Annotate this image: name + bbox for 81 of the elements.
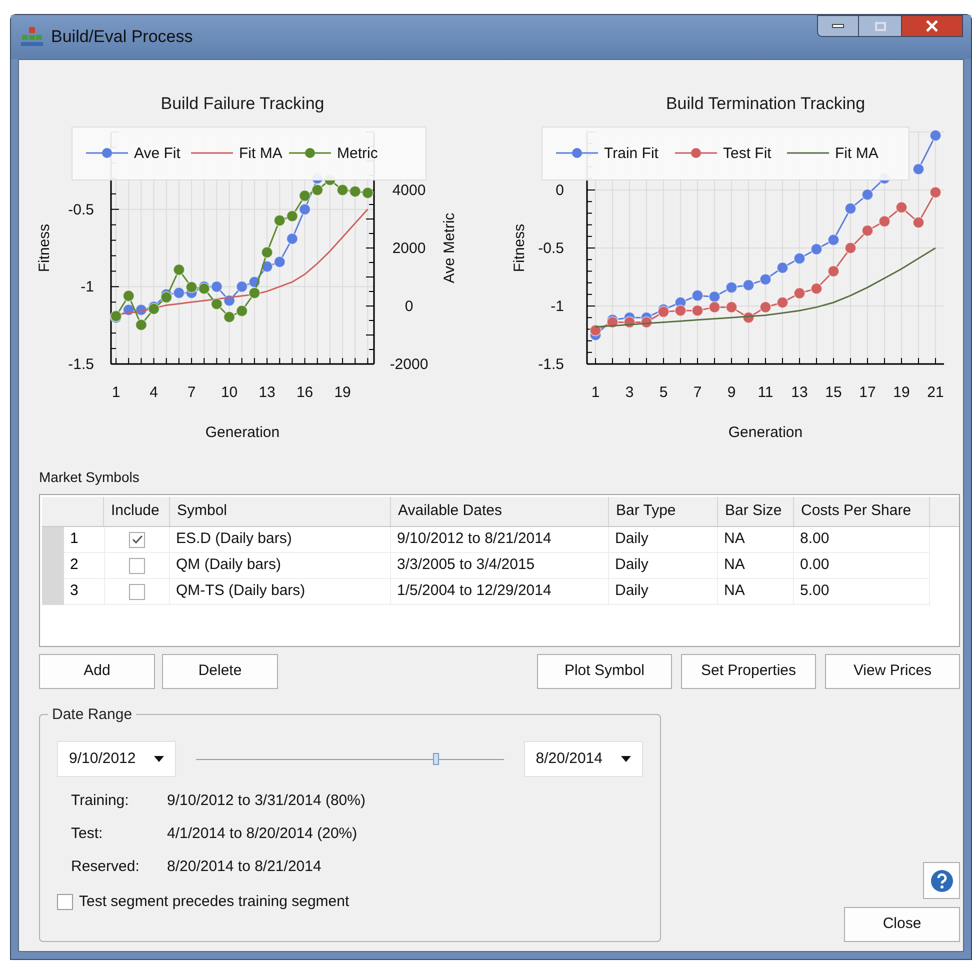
legend-item: Fit MA (191, 145, 282, 162)
legend-item: Test Fit (675, 145, 772, 162)
column-header: Bar Type (609, 497, 718, 526)
y-tick-label: -1 (80, 278, 94, 296)
y-tick-label: 2000 (392, 240, 426, 257)
y-tick-label: 4000 (392, 182, 426, 199)
x-tick-label: 17 (859, 384, 876, 401)
legend-label: Metric (337, 145, 378, 162)
info-label: Training: (71, 791, 130, 812)
column-header: Include (104, 497, 170, 526)
info-value: 9/10/2012 to 3/31/2014 (80%) (167, 791, 366, 812)
legend-item: Ave Fit (86, 145, 180, 162)
chart-title: Build Failure Tracking (160, 94, 324, 113)
table-cell: 1/5/2004 to 12/29/2014 (391, 579, 609, 605)
table-cell: NA (718, 527, 794, 553)
x-tick-label: 7 (187, 384, 196, 401)
table-cell: 5.00 (794, 579, 930, 605)
x-tick-label: 3 (625, 384, 634, 401)
x-tick-label: 16 (296, 384, 314, 401)
column-header: Available Dates (391, 497, 609, 526)
table-cell: QM (Daily bars) (170, 553, 391, 579)
info-value: 8/20/2014 to 8/21/2014 (167, 857, 322, 878)
y-tick-label: 0 (404, 298, 414, 315)
legend-label: Fit MA (239, 145, 282, 162)
y-tick-label: -2000 (390, 356, 428, 373)
y-tick-label: -0.5 (68, 201, 94, 218)
x-tick-label: 19 (893, 384, 910, 401)
legend-label: Ave Fit (134, 145, 182, 162)
table-cell: Daily (609, 527, 718, 553)
table-cell: 3/3/2005 to 3/4/2015 (391, 553, 609, 579)
checkbox-label: Test segment precedes training segment (79, 892, 350, 912)
column-header: Costs Per Share (794, 497, 930, 526)
x-axis-label: Generation (205, 424, 280, 441)
row-number: 2 (64, 553, 104, 579)
table-cell: NA (718, 553, 794, 579)
y-tick-label: 0 (556, 182, 564, 199)
column-header: Bar Size (718, 497, 794, 526)
x-tick-label: 13 (258, 384, 276, 401)
info-label: Reserved: (71, 857, 140, 878)
legend-item: Fit MA (787, 145, 878, 162)
info-label: Test: (71, 824, 104, 844)
y-tick-label: -1.5 (68, 356, 94, 373)
y-axis-label: Ave Metric (441, 212, 458, 284)
y-axis-label: Fitness (511, 224, 528, 272)
x-tick-label: 13 (791, 384, 808, 401)
table-cell: NA (718, 579, 794, 605)
y-tick-label: -0.5 (538, 240, 564, 257)
row-number: 3 (64, 579, 104, 605)
row-number: 1 (64, 527, 104, 553)
x-tick-label: 9 (727, 384, 736, 401)
legend-label: Train Fit (604, 145, 660, 162)
x-axis-label: Generation (728, 424, 803, 441)
x-tick-label: 19 (334, 384, 351, 401)
table-cell: QM-TS (Daily bars) (170, 579, 391, 605)
legend-item: Metric (289, 145, 378, 162)
x-tick-label: 21 (927, 384, 944, 401)
table-cell: Daily (609, 553, 718, 579)
x-tick-label: 5 (659, 384, 668, 401)
y-tick-label: -1.5 (538, 356, 564, 373)
x-tick-label: 1 (591, 384, 600, 401)
column-header: Symbol (170, 497, 391, 526)
y-axis-label: Fitness (36, 224, 53, 272)
table-cell: 8.00 (794, 527, 930, 553)
x-tick-label: 15 (825, 384, 842, 401)
x-tick-label: 4 (150, 384, 158, 401)
x-tick-label: 7 (693, 384, 702, 401)
chart-title: Build Termination Tracking (666, 94, 866, 113)
window-title: Build/Eval Process (51, 26, 193, 48)
table-cell: 9/10/2012 to 8/21/2014 (391, 527, 609, 553)
section-label: Market Symbols (39, 468, 140, 487)
table-cell: ES.D (Daily bars) (170, 527, 391, 553)
legend-label: Test Fit (723, 145, 772, 162)
info-value: 4/1/2014 to 8/20/2014 (20%) (167, 824, 358, 844)
y-tick-label: -1 (550, 298, 564, 315)
legend-item: Train Fit (556, 145, 658, 162)
table-cell: 0.00 (794, 553, 930, 579)
x-tick-label: 10 (220, 384, 238, 401)
legend-label: Fit MA (835, 145, 878, 162)
table-cell: Daily (609, 579, 718, 605)
x-tick-label: 11 (758, 384, 774, 401)
x-tick-label: 1 (112, 384, 120, 401)
